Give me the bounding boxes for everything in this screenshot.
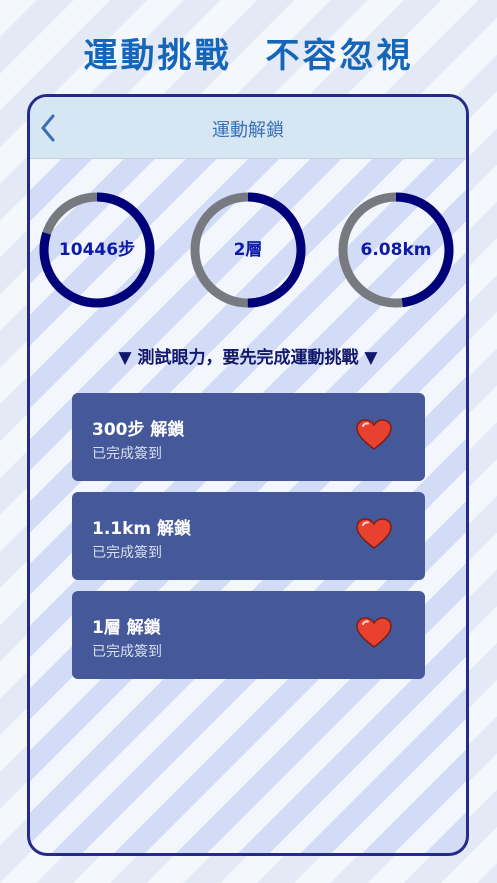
card-title: 1層 解鎖 — [92, 618, 161, 638]
card-subtitle: 已完成簽到 — [92, 545, 162, 561]
heart-icon — [356, 617, 392, 648]
distance-value: 6.08km — [360, 240, 432, 260]
headline: 運動挑戰 不容忽視 — [0, 28, 497, 77]
unlock-card-floors[interactable]: 1層 解鎖 已完成簽到 — [72, 591, 425, 679]
card-title: 1.1km 解鎖 — [92, 519, 192, 539]
unlock-card-distance[interactable]: 1.1km 解鎖 已完成簽到 — [72, 492, 425, 580]
distance-ring: 6.08km — [337, 191, 455, 309]
challenge-notice: ▼ 測試眼力，要先完成運動挑戰 ▼ — [118, 348, 378, 368]
card-title: 300步 解鎖 — [92, 420, 185, 440]
card-subtitle: 已完成簽到 — [92, 446, 162, 462]
headline-left: 運動挑戰 — [83, 36, 232, 76]
floors-ring: 2層 — [189, 191, 307, 309]
heart-icon — [356, 419, 392, 450]
card-subtitle: 已完成簽到 — [92, 644, 162, 660]
unlock-card-steps[interactable]: 300步 解鎖 已完成簽到 — [72, 393, 425, 481]
headline-right: 不容忽視 — [265, 36, 414, 76]
phone-frame: 運動解鎖 10446步 2層 6.08km ▼ 測試眼力，要先完成運動挑戰 ▼ … — [27, 94, 469, 856]
steps-ring: 10446步 — [38, 191, 156, 309]
floors-value: 2層 — [233, 240, 263, 260]
steps-value: 10446步 — [58, 240, 136, 260]
nav-bar: 運動解鎖 — [30, 97, 466, 159]
nav-title: 運動解鎖 — [212, 120, 284, 141]
heart-icon — [356, 518, 392, 549]
